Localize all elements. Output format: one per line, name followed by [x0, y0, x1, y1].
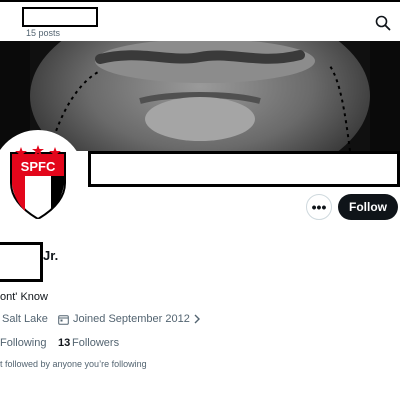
search-icon[interactable]	[374, 14, 392, 32]
redacted-name-box	[22, 7, 98, 27]
avatar-logo-text: SPFC	[21, 159, 56, 174]
profile-bio: ont' Know	[0, 291, 48, 303]
followers-link[interactable]: Followers	[72, 337, 119, 349]
chevron-right-icon[interactable]	[193, 312, 201, 329]
redacted-banner-box	[88, 151, 400, 187]
redacted-display-name	[0, 242, 43, 282]
calendar-icon	[58, 314, 69, 328]
display-name-suffix: Jr.	[43, 248, 59, 263]
profile-banner[interactable]	[0, 41, 400, 151]
followers-count[interactable]: 13	[58, 337, 70, 349]
joined-date: Joined September 2012	[73, 313, 190, 325]
follow-button[interactable]: Follow	[338, 194, 398, 220]
more-options-button[interactable]: •••	[306, 194, 332, 220]
following-link[interactable]: Following	[0, 337, 46, 349]
location-text: Salt Lake	[2, 313, 48, 325]
profile-top-bar: 15 posts	[0, 0, 400, 41]
followed-by-text: t followed by anyone you’re following	[0, 359, 147, 369]
avatar[interactable]: SPFC	[0, 130, 84, 222]
post-count: 15 posts	[26, 28, 61, 38]
